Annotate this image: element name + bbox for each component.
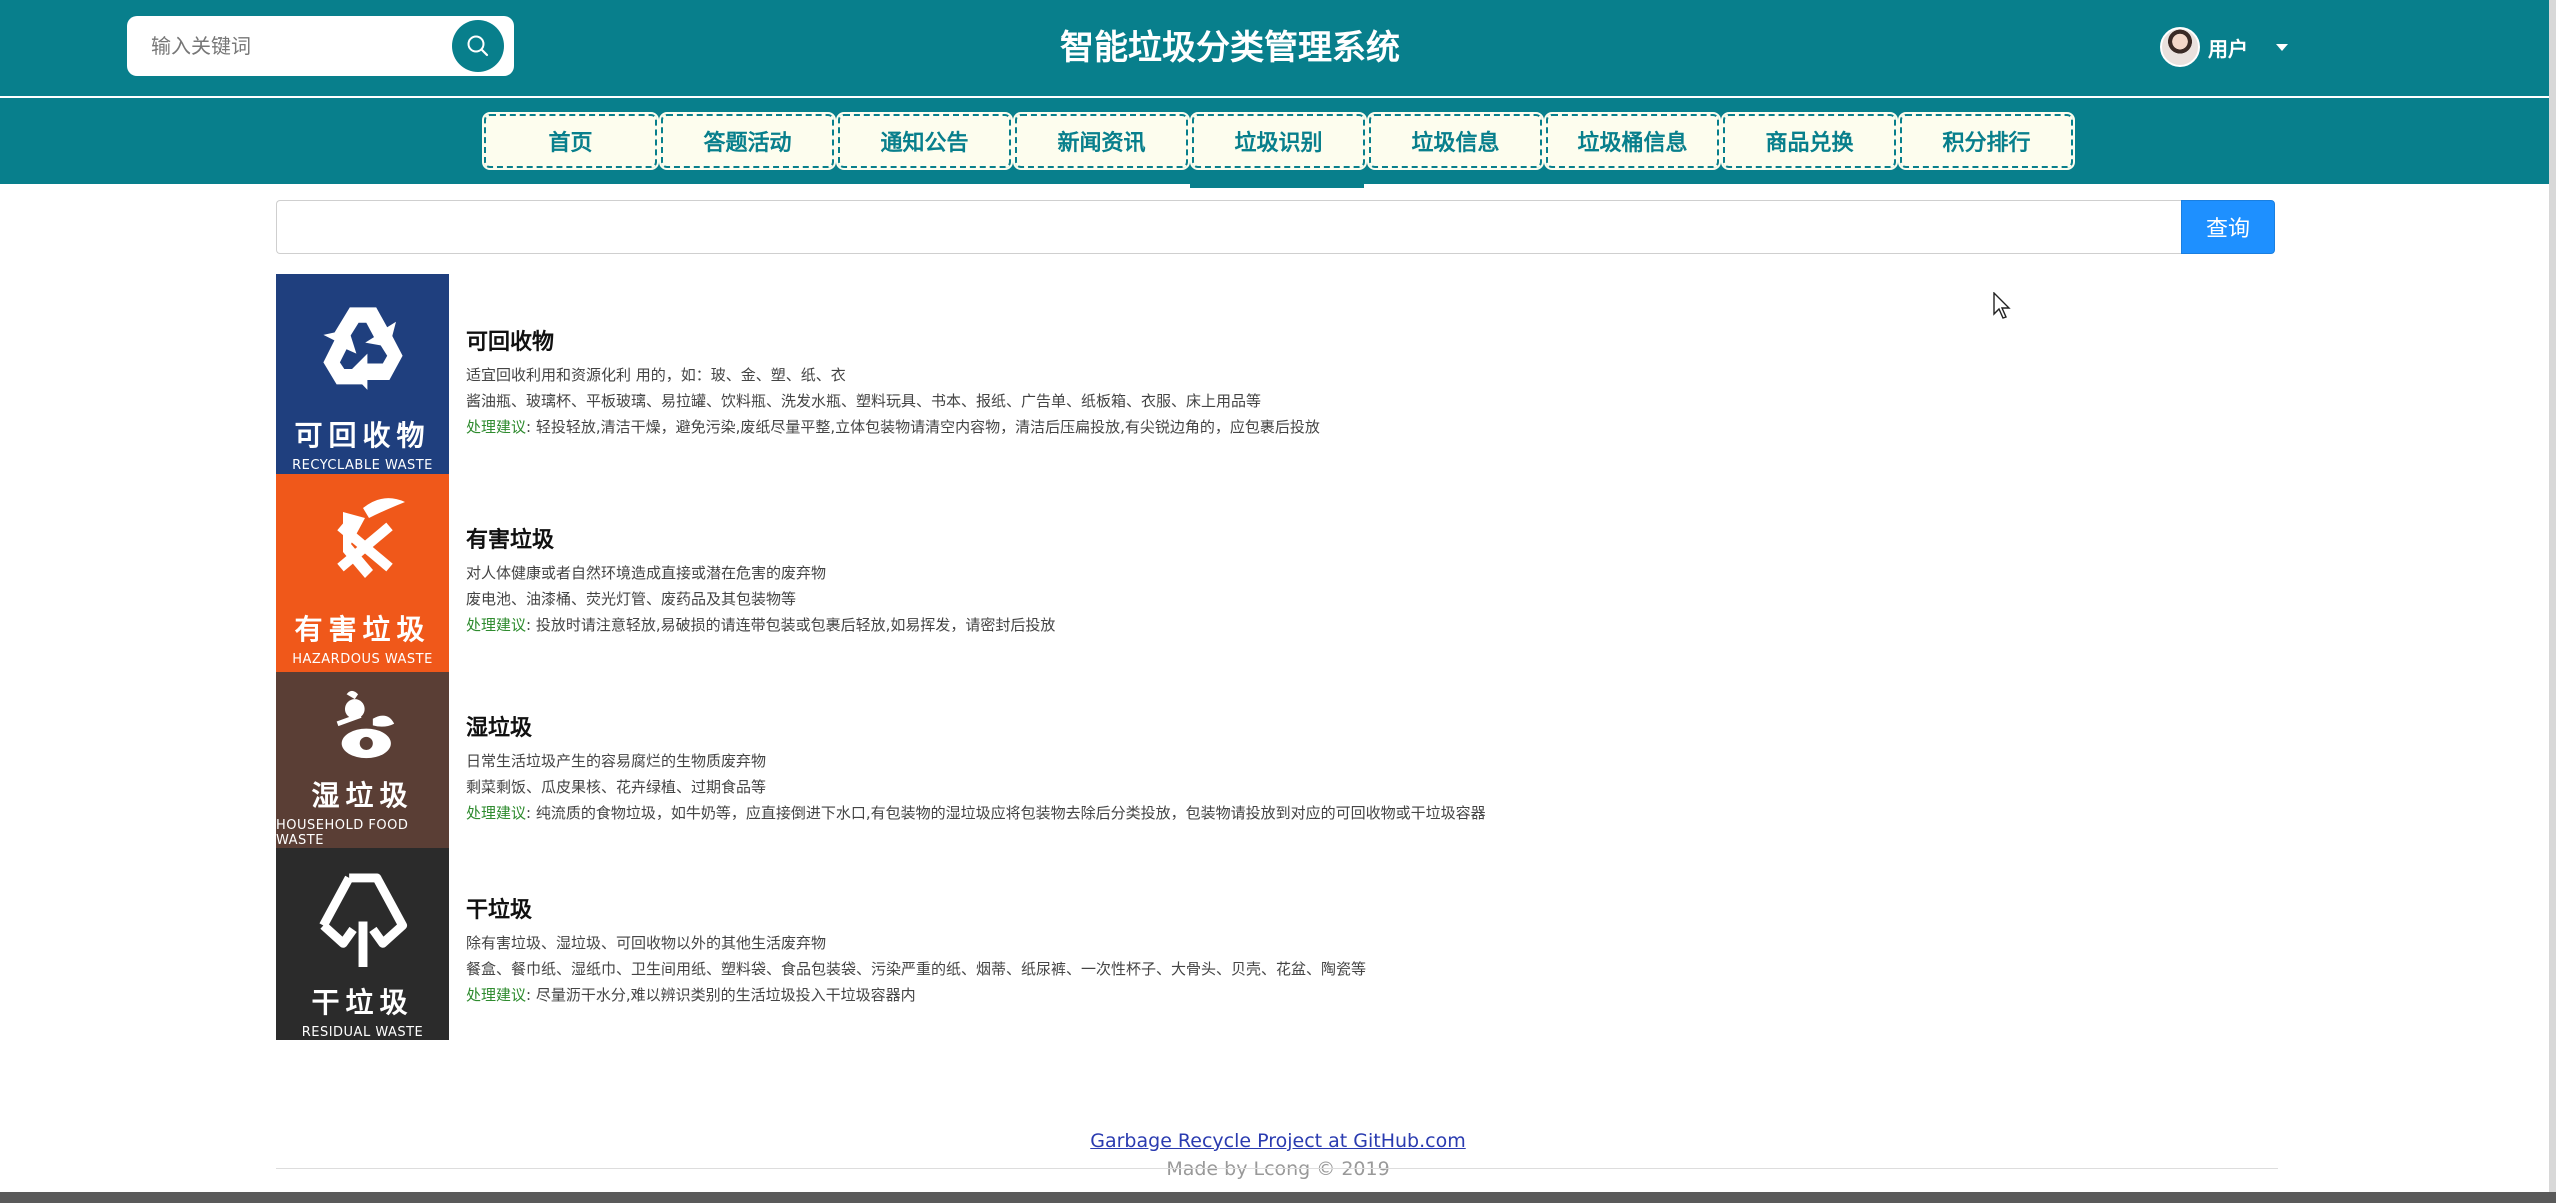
nav-item-bin-info[interactable]: 垃圾桶信息 [1544,112,1721,170]
recyclable-text: 可回收物 适宜回收利用和资源化利 用的，如：玻、金、塑、纸、衣 酱油瓶、玻璃杯、… [466,324,1320,440]
user-name[interactable]: 用户 [2208,33,2248,62]
nav-item-notice[interactable]: 通知公告 [836,112,1013,170]
residual-tile-cn: 干垃圾 [311,986,414,1019]
food-tile: 湿垃圾 HOUSEHOLD FOOD WASTE [276,672,449,848]
category-examples: 餐盒、餐巾纸、湿纸巾、卫生间用纸、塑料袋、食品包装袋、污染严重的纸、烟蒂、纸尿裤… [466,960,1367,978]
nav-item-news[interactable]: 新闻资讯 [1013,112,1190,170]
hazardous-tile-cn: 有害垃圾 [294,613,431,646]
residual-text: 干垃圾 除有害垃圾、湿垃圾、可回收物以外的其他生活废弃物 餐盒、餐巾纸、湿纸巾、… [466,892,1366,1008]
footer-made-by: Made by Lcong © 2019 [1166,1158,1390,1180]
advice-label: 处理建议 [466,616,527,634]
hazardous-tile: 有害垃圾 HAZARDOUS WASTE [276,474,449,672]
recyclable-tile-en: RECYCLABLE WASTE [292,458,433,473]
nav-item-home[interactable]: 首页 [482,112,659,170]
advice-label: 处理建议 [466,986,527,1004]
hazardous-text: 有害垃圾 对人体健康或者自然环境造成直接或潜在危害的废弃物 废电池、油漆桶、荧光… [466,522,1055,638]
category-examples: 剩菜剩饭、瓜皮果核、花卉绿植、过期食品等 [466,778,767,796]
category-examples: 酱油瓶、玻璃杯、平板玻璃、易拉罐、饮料瓶、洗发水瓶、塑料玩具、书本、报纸、广告单… [466,392,1262,410]
query-button[interactable]: 查询 [2181,200,2275,254]
category-advice: 处理建议: 轻投轻放,清洁干燥，避免污染,废纸尽量平整,立体包装物请清空内容物，… [466,414,1320,440]
residual-tile: 干垃圾 RESIDUAL WASTE [276,848,449,1040]
nav-item-ranking[interactable]: 积分排行 [1898,112,2075,170]
active-nav-indicator [1190,184,1364,188]
category-description: 适宜回收利用和资源化利 用的，如：玻、金、塑、纸、衣 [466,366,846,384]
food-text: 湿垃圾 日常生活垃圾产生的容易腐烂的生物质废弃物 剩菜剩饭、瓜皮果核、花卉绿植、… [466,710,1486,826]
category-advice: 处理建议: 投放时请注意轻放,易破损的请连带包装或包裹后轻放,如易挥发，请密封后… [466,612,1055,638]
footer-divider [276,1168,2278,1169]
category-description: 日常生活垃圾产生的容易腐烂的生物质废弃物 [466,752,767,770]
recyclable-tile: 可回收物 RECYCLABLE WASTE [276,274,449,474]
food-waste-icon [336,690,394,759]
mouse-cursor-icon [1993,292,2011,319]
site-title: 智能垃圾分类管理系统 [1060,28,1400,68]
category-description: 除有害垃圾、湿垃圾、可回收物以外的其他生活废弃物 [466,934,827,952]
recycle-icon [322,307,403,390]
hazardous-icon [336,498,405,578]
nav-item-recognition[interactable]: 垃圾识别 [1190,112,1367,170]
category-title: 干垃圾 [466,898,533,923]
advice-text: : 投放时请注意轻放,易破损的请连带包装或包裹后轻放,如易挥发，请密封后投放 [526,616,1056,634]
advice-text: : 纯流质的食物垃圾，如牛奶等，应直接倒进下水口,有包装物的湿垃圾应将包装物去除… [526,804,1486,822]
category-advice: 处理建议: 尽量沥干水分,难以辨识类别的生活垃圾投入干垃圾容器内 [466,982,1366,1008]
avatar[interactable] [2160,27,2200,67]
top-header: 智能垃圾分类管理系统 用户 [0,0,2556,96]
query-input[interactable] [276,200,2182,254]
user-menu[interactable]: 用户 [2160,26,2288,68]
nav-item-exchange[interactable]: 商品兑换 [1721,112,1898,170]
chevron-down-icon[interactable] [2276,43,2288,51]
nav-item-quiz[interactable]: 答题活动 [659,112,836,170]
footer-github-link[interactable]: Garbage Recycle Project at GitHub.com [0,1130,2556,1152]
scrollbar[interactable] [2549,0,2556,1192]
advice-text: : 轻投轻放,清洁干燥，避免污染,废纸尽量平整,立体包装物请清空内容物，清洁后压… [526,418,1320,436]
category-title: 湿垃圾 [466,716,533,741]
nav-item-garbage-info[interactable]: 垃圾信息 [1367,112,1544,170]
category-title: 可回收物 [466,330,555,355]
recyclable-tile-cn: 可回收物 [294,419,431,452]
main-nav: 首页 答题活动 通知公告 新闻资讯 垃圾识别 垃圾信息 垃圾桶信息 商品兑换 积… [482,112,2075,170]
residual-tile-en: RESIDUAL WASTE [301,1025,424,1040]
category-examples: 废电池、油漆桶、荧光灯管、废药品及其包装物等 [466,590,797,608]
category-description: 对人体健康或者自然环境造成直接或潜在危害的废弃物 [466,564,827,582]
advice-text: : 尽量沥干水分,难以辨识类别的生活垃圾投入干垃圾容器内 [526,986,916,1004]
nav-bar: 首页 答题活动 通知公告 新闻资讯 垃圾识别 垃圾信息 垃圾桶信息 商品兑换 积… [0,96,2556,184]
food-tile-cn: 湿垃圾 [311,779,414,812]
advice-label: 处理建议 [466,804,527,822]
advice-label: 处理建议 [466,418,527,436]
food-tile-en: HOUSEHOLD FOOD WASTE [276,818,409,848]
hazardous-tile-en: HAZARDOUS WASTE [292,652,433,667]
residual-waste-icon [318,873,407,968]
category-title: 有害垃圾 [466,528,555,553]
window-bottom-edge [0,1192,2556,1203]
category-advice: 处理建议: 纯流质的食物垃圾，如牛奶等，应直接倒进下水口,有包装物的湿垃圾应将包… [466,800,1486,826]
